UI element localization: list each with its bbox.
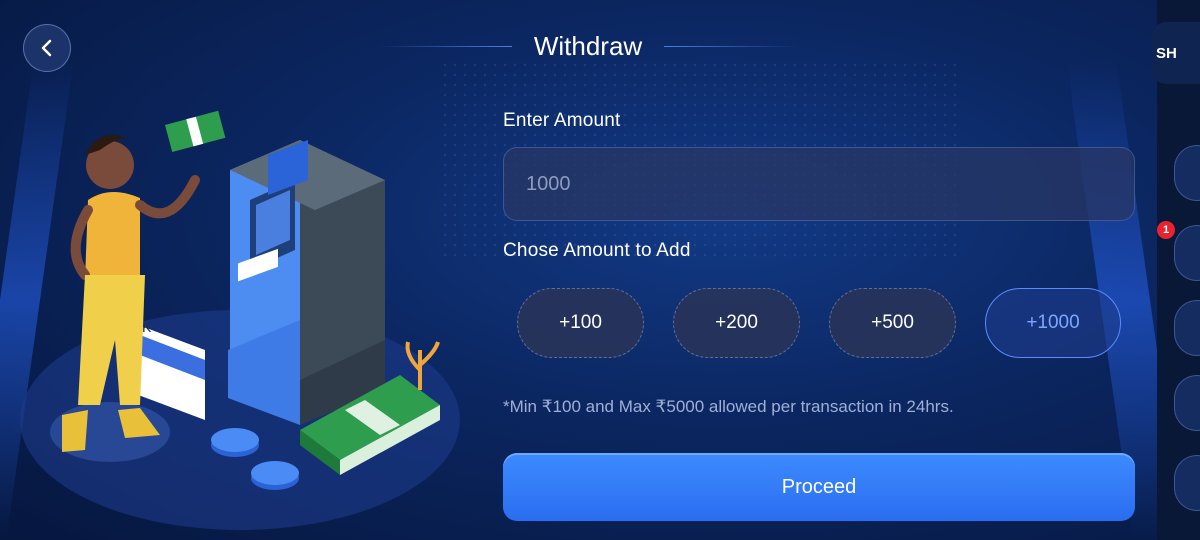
amount-label: Enter Amount — [503, 110, 621, 131]
chevron-left-icon — [41, 39, 52, 57]
atm-machine — [228, 140, 385, 425]
amount-input[interactable] — [503, 147, 1135, 221]
page-title: Withdraw — [533, 30, 643, 61]
choose-amount-label: Chose Amount to Add — [503, 240, 691, 261]
floating-cash — [165, 110, 226, 153]
side-tab[interactable]: SH — [1152, 22, 1200, 84]
back-button[interactable] — [23, 24, 71, 72]
notification-badge: 1 — [1157, 221, 1175, 239]
title-divider-left — [378, 45, 512, 47]
amount-chip-200[interactable]: +200 — [673, 288, 800, 358]
side-tab-label: SH — [1156, 44, 1177, 62]
card-text: K — [142, 319, 152, 335]
amount-chip-500[interactable]: +500 — [829, 288, 956, 358]
proceed-button[interactable]: Proceed — [503, 453, 1135, 521]
atm-illustration: K — [20, 110, 460, 530]
limit-note: *Min ₹100 and Max ₹5000 allowed per tran… — [503, 397, 954, 416]
title-divider-right — [664, 45, 799, 47]
amount-chip-1000[interactable]: +1000 — [985, 288, 1121, 358]
page-header: Withdraw — [378, 26, 799, 66]
amount-chip-100[interactable]: +100 — [517, 288, 644, 358]
